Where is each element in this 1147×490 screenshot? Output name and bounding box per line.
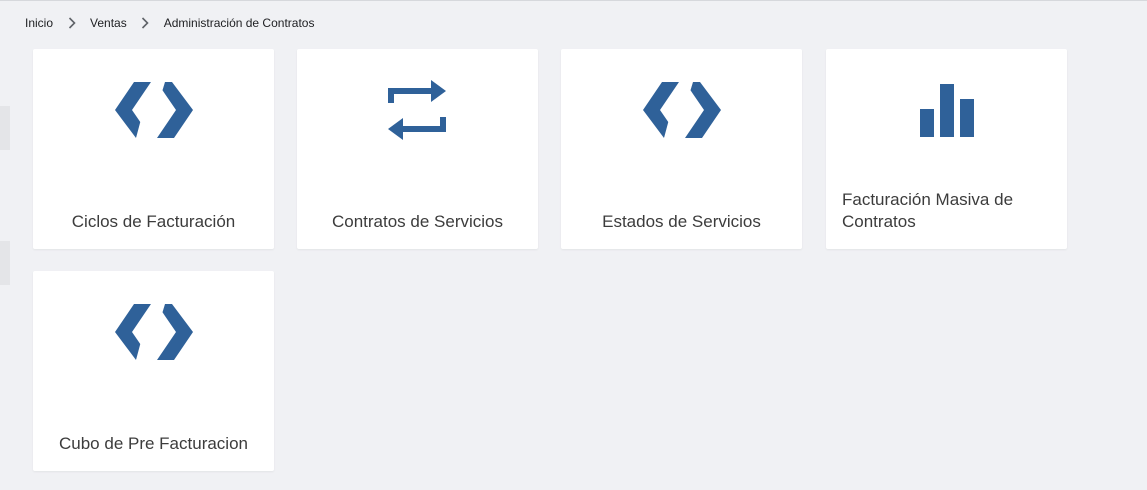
card-label: Estados de Servicios	[602, 212, 761, 231]
card-label: Ciclos de Facturación	[71, 212, 236, 231]
card-ciclos-de-facturacion[interactable]: Ciclos de Facturación	[33, 49, 274, 249]
bar-chart-icon	[907, 81, 987, 139]
code-slash-icon	[114, 81, 194, 139]
card-cubo-de-pre-facturacion[interactable]: Cubo de Pre Facturacion	[33, 271, 274, 471]
breadcrumb: Inicio Ventas Administración de Contrato…	[25, 14, 314, 32]
card-label: Contratos de Servicios	[331, 212, 504, 231]
card-label: Cubo de Pre Facturacion	[59, 434, 248, 453]
side-panel-tab[interactable]	[0, 241, 10, 285]
card-contratos-de-servicios[interactable]: Contratos de Servicios	[297, 49, 538, 249]
chevron-right-icon	[53, 17, 90, 29]
code-slash-icon	[114, 303, 194, 361]
breadcrumb-item-inicio[interactable]: Inicio	[25, 16, 53, 30]
card-facturacion-masiva-de-contratos[interactable]: Facturación Masiva de Contratos	[826, 49, 1067, 249]
breadcrumb-item-current: Administración de Contratos	[163, 16, 315, 30]
chevron-right-icon	[127, 17, 164, 29]
breadcrumb-item-ventas[interactable]: Ventas	[90, 16, 127, 30]
side-panel-tab[interactable]	[0, 106, 10, 150]
repeat-arrows-icon	[378, 80, 458, 140]
card-label: Facturación Masiva de Contratos	[842, 190, 1014, 231]
card-estados-de-servicios[interactable]: Estados de Servicios	[561, 49, 802, 249]
code-slash-icon	[642, 81, 722, 139]
top-divider	[0, 0, 1147, 1]
